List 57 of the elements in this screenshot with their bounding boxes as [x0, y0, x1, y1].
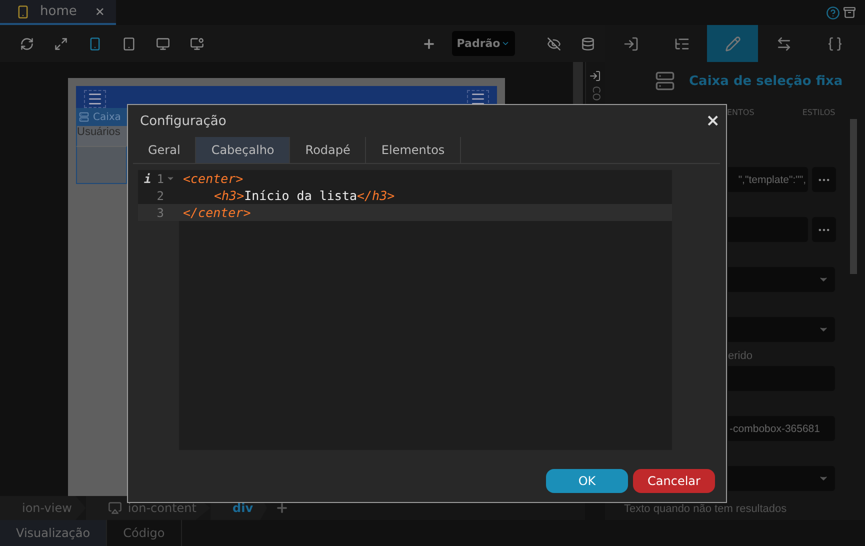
dialog-tab[interactable]: Cabeçalho — [196, 137, 290, 163]
inspector-tab[interactable]: ESTILOS — [802, 108, 836, 117]
view-tab[interactable]: Visualização — [0, 520, 108, 546]
dialog-title: Configuração — [140, 114, 226, 128]
info-marker: i — [143, 172, 152, 186]
field-label: erido — [728, 350, 752, 364]
inspector-tab[interactable]: ENTOS — [727, 108, 754, 117]
close-button[interactable]: × — [706, 111, 720, 131]
expand-icon[interactable] — [54, 36, 68, 50]
caret-icon — [501, 39, 510, 48]
component-tag: Caixa — [76, 108, 127, 126]
view-tab[interactable]: Código — [107, 520, 182, 546]
server-icon — [655, 71, 675, 91]
list-box — [76, 146, 127, 184]
select-field[interactable] — [728, 267, 835, 292]
line-number: 1 — [156, 172, 164, 186]
select-field[interactable] — [728, 317, 835, 342]
tab-label: home — [40, 4, 77, 19]
side-label[interactable]: CO — [590, 86, 601, 101]
server-icon — [79, 112, 89, 122]
file-tab[interactable]: home ✕ — [0, 0, 116, 25]
text-field[interactable] — [728, 217, 808, 242]
select-field[interactable] — [728, 466, 835, 491]
ok-button[interactable]: OK — [546, 469, 628, 493]
fold-icon[interactable] — [166, 174, 175, 183]
tablet-icon[interactable] — [122, 36, 136, 50]
field-label: Texto quando não tem resultados — [624, 503, 787, 517]
list-title: Usuários — [76, 126, 127, 146]
add-icon[interactable] — [275, 501, 290, 515]
scrollbar[interactable] — [850, 119, 857, 274]
refresh-icon[interactable] — [20, 36, 34, 50]
component-title: Caixa de seleção fixa — [689, 74, 843, 88]
phone-icon[interactable] — [88, 36, 102, 50]
help-icon[interactable] — [826, 6, 840, 20]
dialog-tab[interactable]: Elementos — [366, 137, 461, 163]
desktop-icon[interactable] — [156, 36, 170, 50]
file-icon — [16, 4, 30, 18]
line-number: 2 — [156, 188, 164, 202]
monitor-icon[interactable] — [190, 36, 204, 50]
text-field[interactable] — [728, 366, 835, 391]
code-line: </center> — [182, 204, 251, 221]
eye-off-icon[interactable] — [547, 36, 561, 50]
code-line: <h3>Início da lista</h3> — [213, 187, 395, 204]
text-field[interactable]: -combobox-365681 — [728, 416, 835, 441]
login-icon[interactable] — [588, 70, 602, 84]
theme-select[interactable]: Padrão — [452, 31, 515, 56]
breadcrumb-item[interactable]: ion-view — [0, 496, 86, 520]
pencil-icon[interactable] — [707, 25, 758, 62]
line-number: 3 — [156, 206, 164, 220]
code-line: <center> — [182, 170, 244, 187]
database-icon[interactable] — [581, 36, 595, 50]
text-field[interactable]: ","template":"", — [728, 167, 808, 192]
close-icon[interactable]: ✕ — [94, 4, 105, 18]
cancel-button[interactable]: Cancelar — [633, 469, 715, 493]
monitor-icon — [108, 501, 122, 515]
add-icon[interactable] — [422, 36, 436, 50]
dialog-tab[interactable]: Rodapé — [290, 137, 366, 163]
